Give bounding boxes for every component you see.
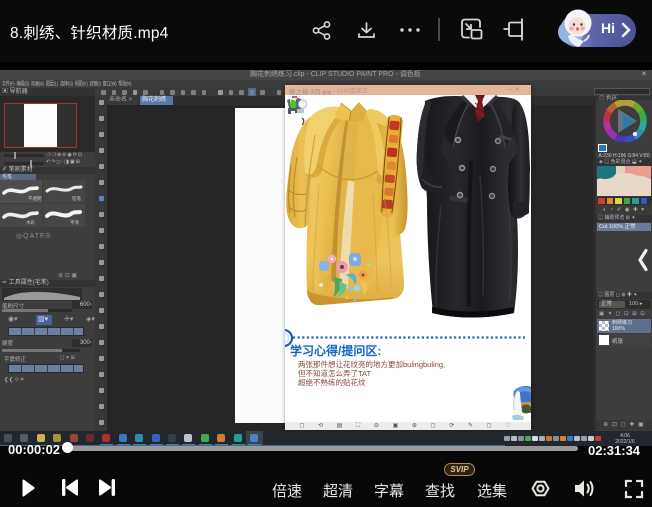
svg-text:不透明: 不透明	[28, 195, 42, 202]
svg-text:水彩: 水彩	[26, 219, 35, 226]
svg-text:平涂: 平涂	[70, 219, 79, 226]
svg-text:铅笔: 铅笔	[72, 195, 81, 202]
